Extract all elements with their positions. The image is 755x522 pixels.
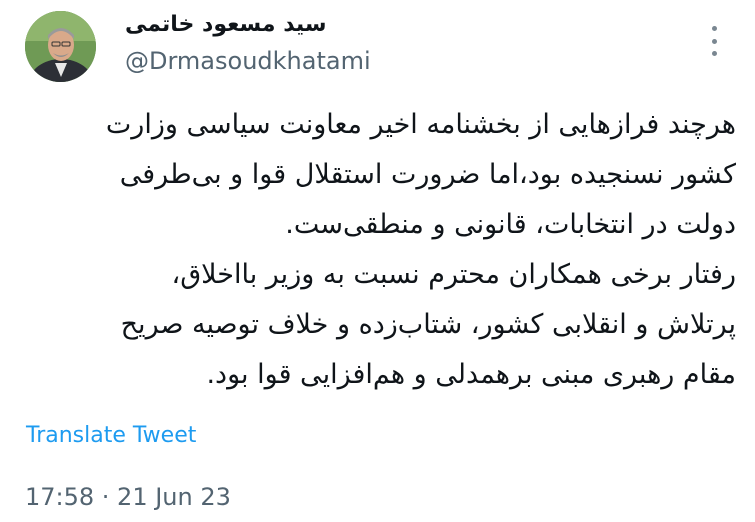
tweet-line: کشور نسنجیده بود،اما ضرورت استقلال قوا و… (119, 159, 736, 190)
tweet-text: هرچند فرازهایی از بخشنامه اخیر معاونت سی… (18, 100, 736, 400)
tweet-line: دولت در انتخابات، قانونی و منطقی‌ست. (285, 209, 736, 240)
avatar[interactable] (25, 11, 96, 82)
user-handle[interactable]: @Drmasoudkhatami (125, 47, 371, 75)
tweet-line: مقام رهبری مبنی برهمدلی و هم‌افزایی قوا … (206, 359, 736, 390)
tweet-line: رفتار برخی همکاران محترم نسبت به وزیر با… (171, 259, 737, 290)
display-name[interactable]: سید مسعود خاتمی (125, 12, 327, 37)
tweet-line: هرچند فرازهایی از بخشنامه اخیر معاونت سی… (105, 109, 736, 140)
more-vertical-icon[interactable] (706, 26, 722, 56)
tweet-timestamp[interactable]: 17:58 · 21 Jun 23 (25, 483, 231, 511)
tweet-line: پرتلاش و انقلابی کشور، شتاب‌زده و خلاف ت… (120, 309, 736, 340)
translate-tweet-link[interactable]: Translate Tweet (26, 423, 196, 448)
